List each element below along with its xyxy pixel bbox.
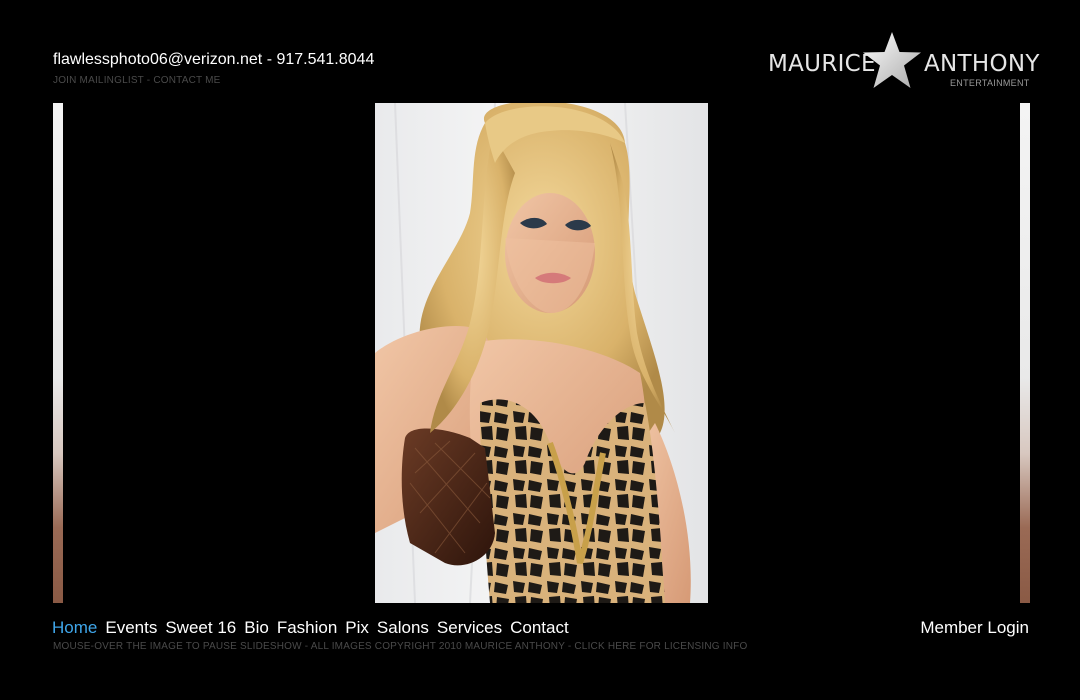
- main-nav: Home Events Sweet 16 Bio Fashion Pix Salons Ser…: [52, 618, 577, 638]
- contact-separator: -: [262, 51, 277, 68]
- member-login-link[interactable]: Member Login: [920, 618, 1029, 638]
- page: flawlessphoto06@verizon.net - 917.541.80…: [0, 0, 1080, 700]
- nav-item-home[interactable]: Home: [52, 618, 97, 637]
- sub-links-separator: -: [143, 75, 154, 86]
- contact-line: flawlessphoto06@verizon.net - 917.541.80…: [53, 51, 374, 69]
- sub-links: JOIN MAILINGLIST - CONTACT ME: [53, 75, 221, 86]
- nav-item-pix[interactable]: Pix: [345, 618, 369, 637]
- nav-item-fashion[interactable]: Fashion: [277, 618, 337, 637]
- star-icon: [863, 32, 921, 88]
- nav-item-bio[interactable]: Bio: [244, 618, 269, 637]
- nav-item-services[interactable]: Services: [437, 618, 502, 637]
- portrait-photo[interactable]: [375, 103, 708, 603]
- logo-tagline: ENTERTAINMENT: [950, 78, 1030, 88]
- nav-item-sweet16[interactable]: Sweet 16: [165, 618, 236, 637]
- slideshow[interactable]: [53, 103, 1030, 603]
- logo-word-right: ANTHONY: [924, 51, 1040, 77]
- slide-edge-right[interactable]: [1020, 103, 1030, 603]
- portrait-photo-illustration: [375, 103, 691, 603]
- contact-me-link[interactable]: CONTACT ME: [153, 75, 220, 86]
- email-link[interactable]: flawlessphoto06@verizon.net: [53, 51, 262, 68]
- join-mailinglist-link[interactable]: JOIN MAILINGLIST: [53, 75, 144, 86]
- nav-item-salons[interactable]: Salons: [377, 618, 429, 637]
- nav-item-events[interactable]: Events: [105, 618, 157, 637]
- logo-word-left: MAURICE: [768, 51, 876, 77]
- slide-edge-left[interactable]: [53, 103, 63, 603]
- footer-note[interactable]: MOUSE-OVER THE IMAGE TO PAUSE SLIDESHOW …: [53, 641, 747, 652]
- phone-number: 917.541.8044: [276, 51, 375, 68]
- brand-logo[interactable]: MAURICE ANTHONY ENTERTAINMENT: [768, 30, 1039, 94]
- nav-item-contact[interactable]: Contact: [510, 618, 569, 637]
